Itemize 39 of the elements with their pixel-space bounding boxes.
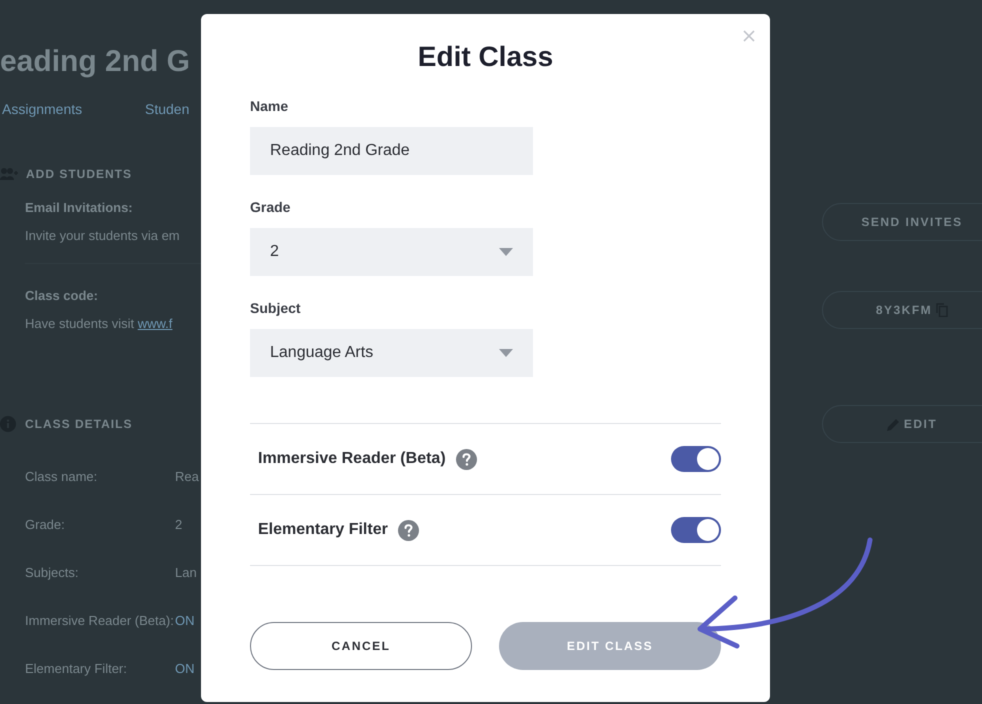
detail-label: Class name: (25, 468, 98, 486)
section-heading: ADD STUDENTS (26, 166, 132, 183)
detail-label: Subjects: (25, 564, 80, 582)
page-tab[interactable]: Studen (145, 98, 190, 120)
help-icon[interactable] (398, 520, 419, 540)
name-input-field[interactable]: Reading 2nd Grade (250, 127, 533, 175)
detail-label: Grade: (25, 516, 66, 534)
select-field[interactable]: 2 (250, 228, 533, 276)
detail-value: Rea (175, 468, 199, 486)
send-invites-button[interactable]: SEND INVITES (822, 202, 982, 240)
site-link[interactable]: www.f (138, 316, 172, 330)
row-label: Class code: (25, 287, 99, 305)
detail-label: Immersive Reader (Beta): (25, 612, 175, 630)
toggle-label: Immersive Reader (Beta) (258, 449, 446, 469)
page-title: eading 2nd G (0, 44, 190, 80)
class-code-button[interactable]: 8Y3KFM (822, 290, 982, 328)
detail-value: Lan (175, 564, 197, 582)
toggle-switch[interactable] (671, 517, 721, 543)
dropdown-caret-icon (499, 349, 513, 357)
field-label: Grade (250, 198, 292, 217)
page-tab[interactable]: Assignments (2, 98, 145, 120)
field-label: Subject (250, 299, 302, 318)
toggle-label: Elementary Filter (258, 520, 388, 540)
dropdown-caret-icon (499, 248, 513, 256)
dialog-title: Edit Class (418, 40, 554, 74)
help-icon[interactable] (456, 448, 477, 470)
detail-value: ON (175, 660, 194, 678)
row-description: Invite your students via em (25, 226, 180, 245)
detail-label: Elementary Filter: (25, 660, 128, 678)
detail-value: ON (175, 612, 194, 630)
row-label: Email Invitations: (25, 199, 134, 217)
cancel-button[interactable]: CANCEL (250, 622, 472, 670)
select-field[interactable]: Language Arts (250, 329, 533, 377)
edit-details-button[interactable]: EDIT (822, 405, 982, 443)
section-heading: CLASS DETAILS (25, 416, 132, 433)
detail-value: 2 (175, 516, 182, 534)
field-label: Name (250, 97, 290, 116)
toggle-switch[interactable] (671, 446, 721, 472)
row-description: Have students visit www.f (25, 314, 172, 332)
